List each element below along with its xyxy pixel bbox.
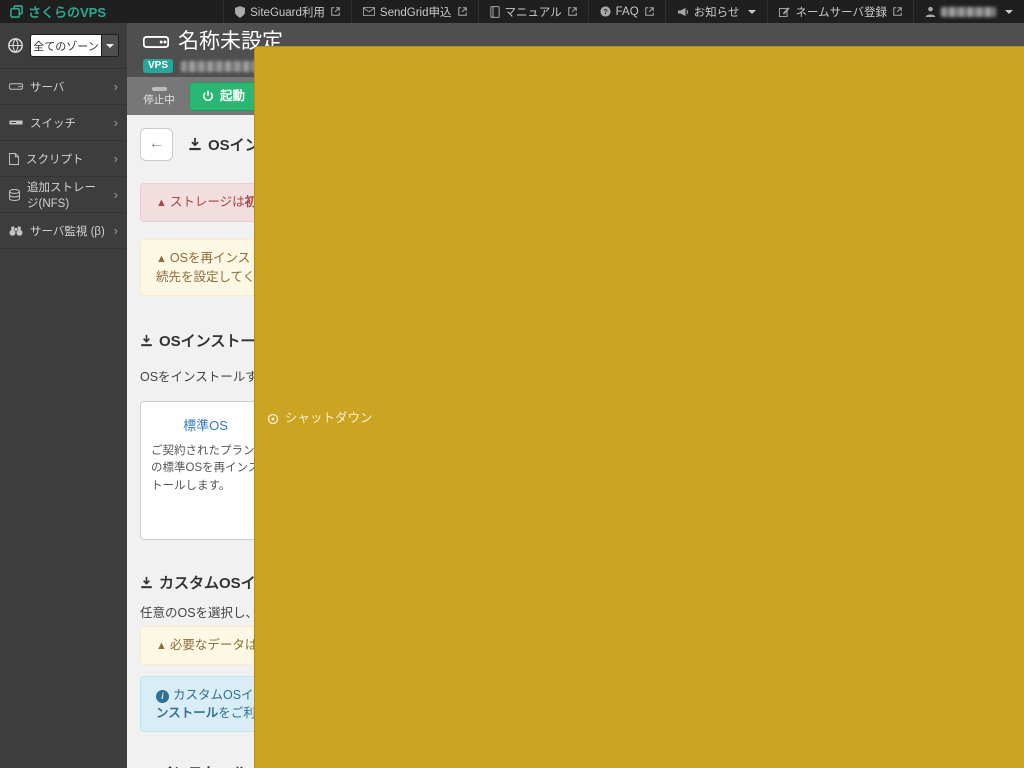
brand-text: さくらのVPS: [28, 5, 107, 20]
chevron-down-icon: [1005, 9, 1013, 14]
sidebar-nav: サーバ › スイッチ › スクリプト › 追加ストレージ(NFS) › サーバ監…: [0, 69, 127, 249]
power-icon: [202, 90, 214, 102]
nav-faq[interactable]: ? FAQ: [587, 0, 665, 23]
section-title-text: インストールOS: [158, 762, 269, 768]
shutdown-button-group: シャットダウン: [254, 46, 1024, 768]
chevron-right-icon: ›: [113, 223, 118, 238]
server-status: 停止中: [139, 86, 179, 106]
start-button[interactable]: 起動: [189, 81, 259, 111]
edit-icon: [779, 6, 791, 17]
sidebar-item-server[interactable]: サーバ ›: [0, 69, 127, 105]
shield-icon: [235, 5, 246, 18]
sidebar-item-monitoring[interactable]: サーバ監視 (β) ›: [0, 213, 127, 249]
start-label: 起動: [220, 88, 246, 103]
os-install-icon: [140, 576, 153, 589]
svg-text:?: ?: [603, 9, 607, 16]
card-body: ご契約されたプランの標準OSを再インストールします。: [151, 445, 260, 492]
os-install-icon: [188, 137, 202, 151]
nav-account[interactable]: [913, 0, 1024, 23]
binoculars-icon: [9, 226, 23, 236]
stopped-dash-icon: [151, 86, 167, 91]
zone-select-value: 全てのゾーン: [31, 35, 101, 56]
sidebar-item-switch[interactable]: スイッチ ›: [0, 105, 127, 141]
zone-selector-row: 全てのゾーン: [0, 23, 127, 69]
external-link-icon: [457, 7, 467, 16]
book-icon: [489, 5, 500, 18]
external-link-icon: [567, 7, 577, 16]
back-button[interactable]: ←: [140, 127, 173, 161]
alert-text: ストレージは: [169, 195, 245, 209]
disc-icon: ◉: [140, 764, 152, 768]
question-icon: ?: [600, 6, 611, 17]
chevron-right-icon: ›: [113, 79, 118, 94]
sidebar-item-label: スイッチ: [30, 117, 76, 130]
sidebar-item-label: 追加ストレージ(NFS): [27, 181, 96, 210]
user-icon: [925, 6, 936, 17]
warning-triangle-icon: ▲: [156, 252, 167, 265]
nav-label: マニュアル: [504, 6, 562, 19]
chevron-down-icon: [748, 9, 757, 14]
globe-icon: [8, 38, 23, 53]
server-icon: [9, 83, 23, 90]
nav-label: SendGrid申込: [379, 6, 452, 19]
nav-label: ネームサーバ登録: [795, 6, 887, 19]
sidebar-item-label: スクリプト: [26, 153, 84, 166]
info-icon: i: [156, 690, 169, 704]
nav-manual[interactable]: マニュアル: [477, 0, 588, 23]
warning-triangle-icon: ▲: [156, 640, 167, 653]
power-off-icon: [267, 413, 279, 425]
megaphone-icon: [677, 7, 689, 17]
sidebar-item-label: サーバ: [30, 81, 65, 94]
card-standard-os[interactable]: 標準OS ご契約されたプランの標準OSを再インストールします。: [140, 401, 271, 541]
shutdown-button[interactable]: シャットダウン: [254, 46, 1024, 768]
sidebar-item-label: サーバ監視 (β): [30, 225, 105, 238]
storage-icon: [9, 188, 20, 201]
external-link-icon: [893, 7, 902, 16]
topbar: さくらのVPS SiteGuard利用 SendGrid申込 マニュアル ? F…: [0, 0, 1024, 23]
script-icon: [9, 152, 19, 165]
warning-triangle-icon: ▲: [156, 197, 167, 209]
switch-icon: [9, 119, 23, 126]
chevron-right-icon: ›: [113, 115, 118, 130]
nav-news[interactable]: お知らせ: [664, 0, 768, 23]
vps-control-panel: さくらのVPS SiteGuard利用 SendGrid申込 マニュアル ? F…: [0, 0, 1024, 768]
envelope-icon: [362, 7, 375, 16]
action-bar: 停止中 起動 シャットダウン >_ コンソール: [127, 46, 1024, 768]
chevron-down-icon: [106, 43, 114, 48]
main-area: 名称未設定 VPS 停止中 起動 シャットダウン ← ▲ ストレージは ▲ OS…: [127, 23, 1024, 768]
topnav: SiteGuard利用 SendGrid申込 マニュアル ? FAQ お知らせ: [223, 0, 1024, 23]
zone-select[interactable]: 全てのゾーン: [30, 34, 119, 57]
brand-logo[interactable]: さくらのVPS: [0, 0, 116, 23]
card-title: 標準OS: [183, 418, 228, 433]
nav-nameserver[interactable]: ネームサーバ登録: [767, 0, 913, 23]
sidebar-item-script[interactable]: スクリプト ›: [0, 141, 127, 177]
zone-select-arrow: [101, 35, 118, 56]
server-icon: [143, 36, 169, 48]
vps-badge: VPS: [143, 59, 174, 73]
alert-text: 必要なデータは: [169, 638, 258, 653]
nav-sendgrid[interactable]: SendGrid申込: [350, 0, 478, 23]
nav-siteguard[interactable]: SiteGuard利用: [223, 0, 351, 23]
shutdown-label: シャットダウン: [285, 411, 373, 425]
nav-label: SiteGuard利用: [250, 6, 325, 19]
chevron-right-icon: ›: [113, 151, 118, 166]
os-install-icon: [140, 334, 153, 347]
nav-label: お知らせ: [693, 6, 740, 19]
status-label: 停止中: [143, 93, 175, 106]
external-link-icon: [644, 7, 654, 16]
account-name-redacted: [941, 6, 996, 17]
sakura-logo-icon: [10, 5, 23, 18]
sidebar-item-storage[interactable]: 追加ストレージ(NFS) ›: [0, 177, 127, 213]
sidebar: 全てのゾーン サーバ › スイッチ › スクリプト › 追加ストレージ(NFS)…: [0, 23, 127, 768]
external-link-icon: [331, 7, 340, 16]
nav-label: FAQ: [615, 5, 639, 18]
chevron-right-icon: ›: [113, 187, 118, 202]
